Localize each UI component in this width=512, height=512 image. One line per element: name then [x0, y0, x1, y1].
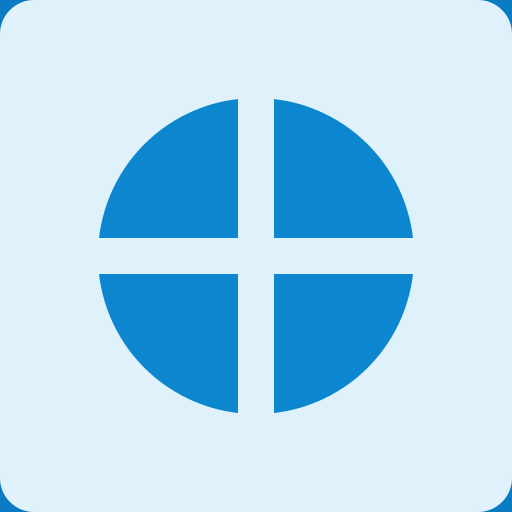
- quadrant-bottom-right: [274, 274, 414, 414]
- quadrant-top-right: [274, 98, 414, 238]
- app-icon-tile[interactable]: [0, 0, 512, 512]
- quadrant-top-left: [98, 98, 238, 238]
- globe-quadrants-icon: [98, 98, 414, 414]
- quadrant-bottom-left: [98, 274, 238, 414]
- circle-mark: [98, 98, 414, 414]
